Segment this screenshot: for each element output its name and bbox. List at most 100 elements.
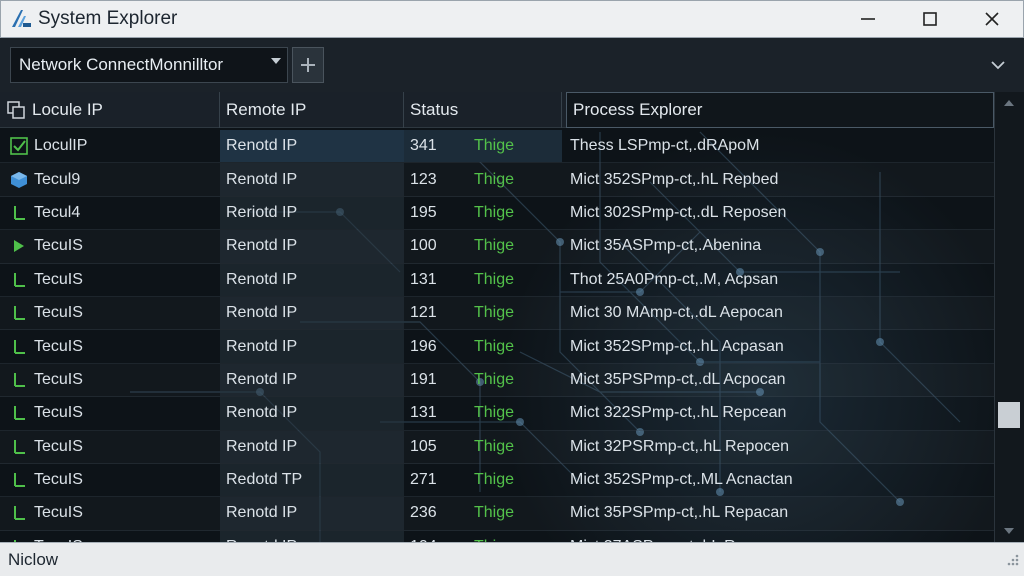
chevron-down-icon <box>271 58 281 64</box>
table-row[interactable]: TecuIS Renotd IP 105 Thige Mict 32PSRmp-ct,.… <box>0 430 994 464</box>
cell-local-ip: TecuIS <box>0 364 220 396</box>
cell-status-code: 131 <box>410 404 437 422</box>
cell-remote-ip: Renotd IP <box>220 263 404 296</box>
cell-process: Mict 322SPmp-ct,.hL Repcean <box>570 404 787 422</box>
cell-remote-ip: Renotd IP <box>220 230 404 263</box>
cell-status-code: 131 <box>410 270 437 288</box>
column-header-remote-ip[interactable]: Remote IP <box>220 92 404 128</box>
table-row[interactable]: TecuIS Renotd IP 100 Thige Mict 35ASPmp-ct,.… <box>0 230 994 264</box>
cell-status-text: Thige <box>474 471 515 489</box>
plus-icon <box>301 58 315 72</box>
column-label: Status <box>410 100 459 119</box>
cell-status-text: Thige <box>474 270 515 288</box>
cell-text: TecuIS <box>34 437 83 455</box>
cell-text: TecuIS <box>34 337 83 355</box>
cell-status-text: Thige <box>474 404 515 422</box>
cell-remote-ip: Renotd IP <box>220 530 404 542</box>
expand-button[interactable] <box>986 53 1010 77</box>
cell-status-code: 196 <box>410 337 437 355</box>
cell-status-code: 104 <box>404 531 474 542</box>
cell-status-code: 100 <box>410 237 437 255</box>
connector-icon <box>10 338 28 356</box>
table-row[interactable]: TecuIS Renotd IP 131 Thige Mict 322SPmp-ct,.… <box>0 397 994 431</box>
cell-status-text: Thige <box>474 337 515 355</box>
table-row[interactable]: TecuIS Redotd TP 271 Thige Mict 352SPmp-ct,.… <box>0 463 994 498</box>
vertical-scrollbar[interactable] <box>994 92 1024 542</box>
table-row[interactable]: LoculIP Renotd IP 341 Thige Thess LSPmp-ct,.… <box>0 130 994 164</box>
column-label: Remote IP <box>226 100 307 119</box>
scroll-up-icon[interactable] <box>1004 100 1014 106</box>
cell-local-ip: LoculIP <box>0 130 220 162</box>
title-bar: System Explorer <box>0 0 1024 38</box>
table-row[interactable]: TecuISRenotd IP104ThigeMict 37ASPmp-ct,.… <box>0 530 994 542</box>
cell-remote-ip: Renotd IP <box>220 397 404 430</box>
table-row[interactable]: TecuIS Renotd IP 191 Thige Mict 35PSPmp-ct,.… <box>0 363 994 398</box>
cell-text: LoculIP <box>34 137 88 155</box>
column-header-local-ip[interactable]: Locule IP <box>0 92 220 128</box>
column-label: Process Explorer <box>573 100 703 119</box>
window-title: System Explorer <box>38 8 178 29</box>
cell-process: Mict 352SPmp-ct,.ML Acnactan <box>570 471 793 489</box>
cell-remote-ip: Renotd IP <box>220 430 404 463</box>
cell-local-ip: Tecul9 <box>0 163 220 195</box>
copy-icon <box>7 101 25 119</box>
table-header: Locule IP Remote IP Status Process Explo… <box>0 92 994 128</box>
cell-status-code: 105 <box>410 437 437 455</box>
column-header-process[interactable]: Process Explorer <box>566 92 994 128</box>
table-row[interactable]: TecuIS Renotd IP 236 Thige Mict 35PSPmp-ct,.… <box>0 497 994 531</box>
cell-local-ip: TecuIS <box>0 297 220 329</box>
maximize-button[interactable] <box>899 1 961 37</box>
minimize-icon <box>861 18 875 20</box>
maximize-icon <box>923 12 937 26</box>
cell-text: TecuIS <box>34 304 83 322</box>
monitor-select-value: Network ConnectMonnilltor <box>19 55 224 74</box>
table-row[interactable]: TecuIS Renotd IP 131 Thige Thot 25A0Pmp-ct,.… <box>0 263 994 297</box>
connector-icon <box>10 204 28 222</box>
cell-local-ip: TecuIS <box>0 264 220 296</box>
cell-status-text: Thige <box>474 504 515 522</box>
cell-status-text: Thige <box>474 130 562 163</box>
cell-process: Mict 302SPmp-ct,.dL Reposen <box>570 203 787 221</box>
resize-grip-icon[interactable] <box>1006 553 1020 567</box>
cell-process: Mict 352SPmp-ct,.hL Repbed <box>570 170 779 188</box>
monitor-select[interactable]: Network ConnectMonnilltor <box>10 47 288 83</box>
cell-process: Mict 352SPmp-ct,.hL Acpasan <box>570 337 784 355</box>
table-row[interactable]: Tecul9 Renotd IP 123 Thige Mict 352SPmp-ct,.… <box>0 163 994 197</box>
cell-remote-ip: Renotd IP <box>220 163 404 196</box>
table-row[interactable]: TecuIS Renotd IP 121 Thige Mict 30 MAmp-ct,.… <box>0 296 994 331</box>
cell-status-code: 191 <box>410 370 437 388</box>
scroll-down-icon[interactable] <box>1004 528 1014 534</box>
chevron-down-icon <box>991 61 1005 70</box>
table-body: LoculIP Renotd IP 341 Thige Thess LSPmp-ct,.… <box>0 130 994 542</box>
connector-icon <box>10 404 28 422</box>
cell-remote-ip: Renotd IP <box>220 130 404 163</box>
cell-status-text: Thige <box>474 237 515 255</box>
cell-process: Mict 35PSPmp-ct,.dL Acpocan <box>570 370 786 388</box>
close-button[interactable] <box>961 1 1023 37</box>
cell-local-ip: TecuIS <box>0 230 220 262</box>
cell-text: Tecul4 <box>34 203 81 221</box>
add-button[interactable] <box>292 47 324 83</box>
cell-process: Mict 37ASPmp-ct,.hL Repacan <box>562 531 994 542</box>
cell-status-text: Thige <box>474 170 515 188</box>
cell-local-ip: TecuIS <box>0 397 220 429</box>
cell-process: Thess LSPmp-ct,.dRApoM <box>570 137 760 155</box>
cell-local-ip: Tecul4 <box>0 197 220 229</box>
cell-text: TecuIS <box>34 370 83 388</box>
column-header-status[interactable]: Status <box>404 92 562 128</box>
connector-icon <box>10 371 28 389</box>
cell-text: Tecul9 <box>34 170 81 188</box>
column-label: Locule IP <box>32 100 103 119</box>
table-row[interactable]: TecuIS Renotd IP 196 Thige Mict 352SPmp-ct,.… <box>0 330 994 364</box>
table-row[interactable]: Tecul4 Reriotd IP 195 Thige Mict 302SPmp-ct,… <box>0 196 994 231</box>
scroll-thumb[interactable] <box>998 402 1020 428</box>
app-icon <box>8 6 34 32</box>
cell-local-ip: TecuIS <box>0 531 220 542</box>
connector-icon <box>10 271 28 289</box>
cell-text: TecuIS <box>34 270 83 288</box>
cell-process: Mict 30 MAmp-ct,.dL Aepocan <box>570 304 783 322</box>
status-bar: Niclow <box>0 542 1024 576</box>
minimize-button[interactable] <box>837 1 899 37</box>
connector-icon <box>10 471 28 489</box>
cell-status-code: 341 <box>404 130 474 163</box>
